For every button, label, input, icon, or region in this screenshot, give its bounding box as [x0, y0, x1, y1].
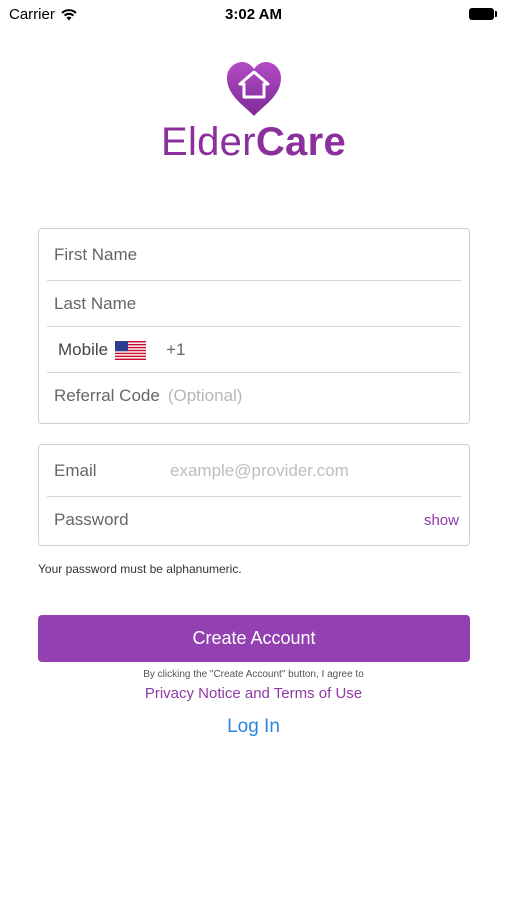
last-name-placeholder: Last Name — [54, 294, 137, 313]
mobile-label: Mobile — [58, 340, 109, 359]
first-name-field[interactable]: First Name — [39, 229, 469, 281]
password-label: Password — [54, 510, 129, 529]
email-placeholder: example@provider.com — [170, 461, 349, 480]
credentials-form: Email example@provider.com Password show — [38, 444, 470, 546]
country-code: +1 — [166, 340, 186, 359]
first-name-placeholder: First Name — [54, 245, 138, 264]
password-hint: Your password must be alphanumeric. — [38, 562, 242, 576]
create-account-button[interactable]: Create Account — [38, 615, 470, 662]
us-flag-icon[interactable] — [115, 340, 147, 360]
password-field[interactable]: Password show — [39, 497, 469, 543]
personal-info-form: First Name Last Name Mobile +1 Referral … — [38, 228, 470, 424]
email-field[interactable]: Email example@provider.com — [39, 445, 469, 497]
login-link[interactable]: Log In — [0, 716, 507, 738]
battery-icon — [469, 8, 497, 20]
status-bar: Carrier 3:02 AM — [0, 0, 507, 28]
privacy-terms-link[interactable]: Privacy Notice and Terms of Use — [0, 685, 507, 702]
show-password-toggle[interactable]: show — [424, 512, 459, 529]
referral-label: Referral Code — [54, 386, 160, 405]
brand-part2: Care — [255, 120, 347, 164]
clock: 3:02 AM — [225, 6, 282, 23]
heart-house-icon — [226, 62, 281, 116]
app-logo: ElderCare — [0, 60, 507, 165]
referral-placeholder: (Optional) — [167, 386, 243, 405]
mobile-field[interactable]: Mobile +1 — [39, 327, 469, 373]
consent-text: By clicking the "Create Account" button,… — [143, 669, 364, 680]
brand-part1: Elder — [160, 120, 256, 164]
last-name-field[interactable]: Last Name — [39, 281, 469, 327]
email-label: Email — [54, 461, 97, 480]
brand-name: ElderCare — [0, 120, 507, 165]
referral-code-field[interactable]: Referral Code (Optional) — [39, 373, 469, 419]
